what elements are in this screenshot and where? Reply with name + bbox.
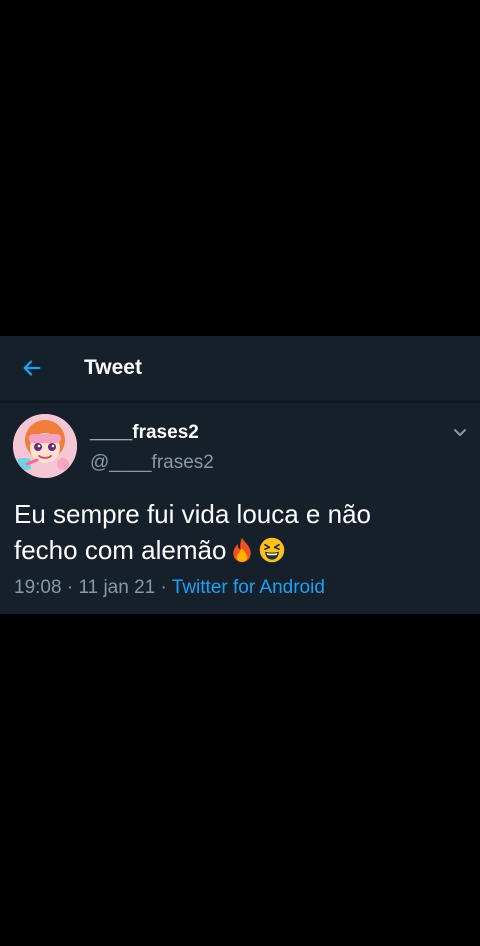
screen: Tweet ____frases2 @____frases2 Eu sempre… [0, 0, 480, 946]
page-title: Tweet [84, 356, 142, 379]
tweet-text-line-1: Eu sempre fui vida louca e não [14, 499, 371, 529]
tweet-source-link[interactable]: Twitter for Android [172, 577, 325, 598]
tweet-text-line-2-content: fecho com alemão [14, 535, 227, 565]
back-arrow-icon [23, 360, 41, 376]
back-button[interactable] [20, 356, 44, 380]
avatar[interactable] [13, 414, 77, 478]
grinning-squinting-face-icon [260, 537, 285, 563]
meta-separator-2: · [155, 577, 172, 598]
chevron-down-icon [454, 429, 466, 436]
fire-emoji-icon [233, 537, 252, 563]
author-display-name[interactable]: ____frases2 [90, 422, 199, 444]
app-header: Tweet [0, 336, 480, 400]
header-divider [0, 400, 480, 403]
tweet-menu-button[interactable] [450, 422, 470, 442]
avatar-illustration [13, 414, 77, 478]
tweet-date: 11 jan 21 [78, 577, 156, 598]
meta-separator: · [61, 577, 79, 598]
author-handle[interactable]: @____frases2 [90, 452, 214, 474]
tweet-text-line-2: fecho com alemão [14, 532, 464, 568]
tweet-meta: 19:08 · 11 jan 21 · Twitter for Android [14, 576, 325, 600]
tweet-card: Tweet ____frases2 @____frases2 Eu sempre… [0, 336, 480, 614]
tweet-text: Eu sempre fui vida louca e não fecho com… [14, 496, 464, 568]
tweet-time: 19:08 [14, 577, 62, 598]
